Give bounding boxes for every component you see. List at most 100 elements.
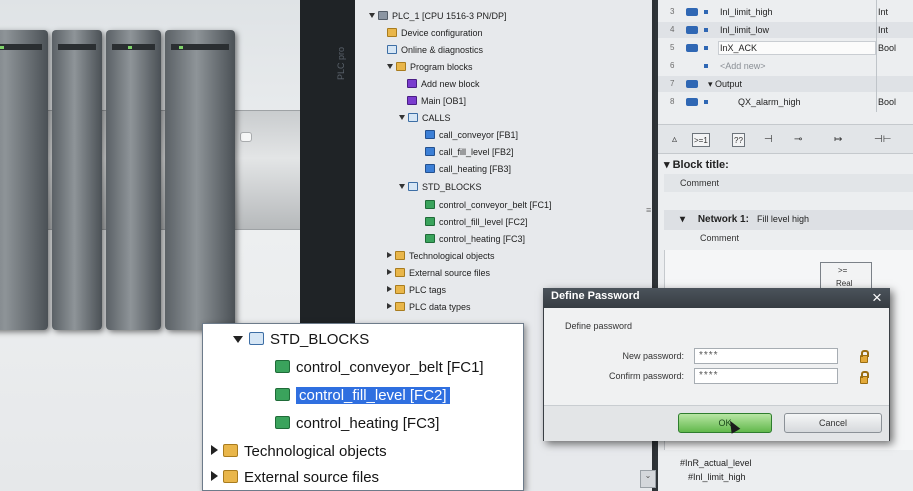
collapsed-arrow-icon[interactable]	[387, 303, 392, 309]
dialog-title: Define Password	[551, 290, 640, 302]
param-icon	[704, 46, 708, 50]
block-title[interactable]: ▾ Block title:	[664, 158, 729, 171]
interface-row-output-section[interactable]: 7 ▾ Output	[658, 76, 913, 92]
tree-item-std-blocks[interactable]: STD_BLOCKS	[399, 180, 482, 195]
tree-item-main-ob1[interactable]: Main [OB1]	[407, 94, 466, 109]
expand-icon[interactable]	[399, 184, 405, 189]
tree-item-plc-tags[interactable]: PLC tags	[387, 283, 446, 298]
diagnostics-icon	[387, 45, 397, 54]
tree-item-call-conveyor[interactable]: call_conveyor [FB1]	[425, 128, 518, 143]
param-icon	[704, 28, 708, 32]
tree-item-call-heating[interactable]: call_heating [FB3]	[425, 162, 511, 177]
folder-icon	[395, 268, 405, 277]
folder-icon	[223, 444, 238, 457]
collapsed-arrow-icon[interactable]	[211, 471, 218, 481]
folder-icon	[223, 470, 238, 483]
expand-icon[interactable]	[369, 13, 375, 18]
compare-operator: >=	[838, 266, 848, 275]
tree-item-control-fill-level[interactable]: control_fill_level [FC2]	[425, 215, 528, 230]
cpu-icon	[378, 11, 388, 20]
tree-item-program-blocks[interactable]: Program blocks	[387, 60, 473, 75]
tree-item-add-new-block[interactable]: Add new block	[407, 77, 480, 92]
collapsed-arrow-icon[interactable]	[211, 445, 218, 455]
tree-item-technological-objects[interactable]: Technological objects	[387, 249, 495, 264]
confirm-password-label: Confirm password:	[608, 371, 684, 381]
folder-icon	[395, 251, 405, 260]
operand-ref[interactable]: #Inl_limit_high	[688, 472, 746, 482]
output-pin-icon	[686, 98, 698, 106]
expand-icon[interactable]	[233, 336, 243, 343]
scroll-down-icon[interactable]: ⌄	[640, 470, 656, 488]
output-pin-icon	[686, 80, 698, 88]
fb-block-icon	[425, 147, 435, 156]
new-password-field[interactable]: ****	[694, 348, 838, 364]
tree-item-control-conveyor-belt[interactable]: control_conveyor_belt [FC1]	[425, 198, 552, 213]
add-block-icon	[407, 79, 417, 88]
compare-type: Real	[836, 279, 853, 288]
group-icon	[249, 332, 264, 345]
collapsed-arrow-icon[interactable]	[387, 269, 392, 275]
interface-row[interactable]: 5 InX_ACK Bool	[658, 40, 913, 56]
collapsed-arrow-icon[interactable]	[387, 252, 392, 258]
tree-item-call-fill-level[interactable]: call_fill_level [FB2]	[425, 145, 514, 160]
fc-block-icon	[275, 360, 290, 373]
cancel-button[interactable]: Cancel	[784, 413, 882, 433]
tree-item-control-heating[interactable]: control_heating [FC3]	[425, 232, 525, 247]
column-separator	[876, 0, 877, 112]
coil-button[interactable]: ⊣⊢	[874, 133, 891, 147]
interface-row[interactable]: 3 Inl_limit_high Int	[658, 4, 913, 20]
zoom-item-technological-objects[interactable]: Technological objects	[211, 441, 387, 463]
normally-open-contact-button[interactable]: ⊸	[794, 133, 802, 147]
tree-item-online-diagnostics[interactable]: Online & diagnostics	[387, 43, 483, 58]
zoom-item-control-fill-level[interactable]: control_fill_level [FC2]	[275, 385, 450, 407]
device-config-icon	[387, 28, 397, 37]
input-pin-icon	[686, 26, 698, 34]
param-icon	[704, 10, 708, 14]
zoom-item-control-conveyor-belt[interactable]: control_conveyor_belt [FC1]	[275, 357, 484, 379]
ladder-toolbar: ▵ >=1 ?? ⊣ ⊸ ↦ ⊣⊢	[658, 124, 913, 154]
input-pin-icon	[686, 44, 698, 52]
expand-icon[interactable]	[387, 64, 393, 69]
collapsed-arrow-icon[interactable]	[387, 286, 392, 292]
fb-block-icon	[425, 164, 435, 173]
or-box-button[interactable]: >=1	[692, 133, 710, 147]
fb-block-icon	[425, 130, 435, 139]
lock-icon	[860, 371, 869, 384]
network-title[interactable]: ▾ Network 1: Fill level high	[680, 214, 809, 225]
empty-box-button[interactable]: ??	[732, 133, 745, 147]
block-comment[interactable]: Comment	[680, 178, 719, 188]
interface-row[interactable]: 4 Inl_limit_low Int	[658, 22, 913, 38]
fc-block-icon	[425, 217, 435, 226]
fc-block-icon	[275, 388, 290, 401]
panel-splitter-icon[interactable]: ≡	[646, 205, 656, 217]
zoom-item-external-source-files[interactable]: External source files	[211, 467, 379, 489]
close-branch-button[interactable]: ↦	[834, 133, 842, 147]
close-icon[interactable]: ×	[867, 289, 887, 307]
side-strip-label: PLC pro	[336, 46, 346, 80]
zoom-item-control-heating[interactable]: control_heating [FC3]	[275, 413, 439, 435]
rail-slot	[240, 132, 252, 142]
tree-item-device-configuration[interactable]: Device configuration	[387, 26, 483, 41]
ob-block-icon	[407, 96, 417, 105]
fc-block-icon	[425, 200, 435, 209]
fc-block-icon	[425, 234, 435, 243]
expand-icon[interactable]	[399, 115, 405, 120]
zoom-item-std-blocks[interactable]: STD_BLOCKS	[233, 329, 369, 351]
fc-block-icon	[275, 416, 290, 429]
dialog-subtitle: Define password	[565, 321, 633, 331]
confirm-password-field[interactable]: ****	[694, 368, 838, 384]
operand-ref[interactable]: #InR_actual_level	[680, 458, 752, 468]
hardware-module	[165, 30, 235, 330]
interface-row-add-new[interactable]: 6 <Add new>	[658, 58, 913, 74]
folder-icon	[395, 285, 405, 294]
tree-item-calls[interactable]: CALLS	[399, 111, 451, 126]
tree-item-plc-data-types[interactable]: PLC data types	[387, 300, 471, 315]
warning-icon[interactable]: ▵	[672, 133, 677, 147]
hardware-module	[0, 30, 48, 330]
interface-row[interactable]: 8 QX_alarm_high Bool	[658, 94, 913, 110]
network-comment[interactable]: Comment	[700, 233, 739, 243]
open-branch-button[interactable]: ⊣	[764, 133, 773, 147]
tree-item-plc[interactable]: PLC_1 [CPU 1516-3 PN/DP]	[369, 9, 507, 24]
lock-icon	[860, 350, 869, 363]
tree-item-external-source-files[interactable]: External source files	[387, 266, 490, 281]
